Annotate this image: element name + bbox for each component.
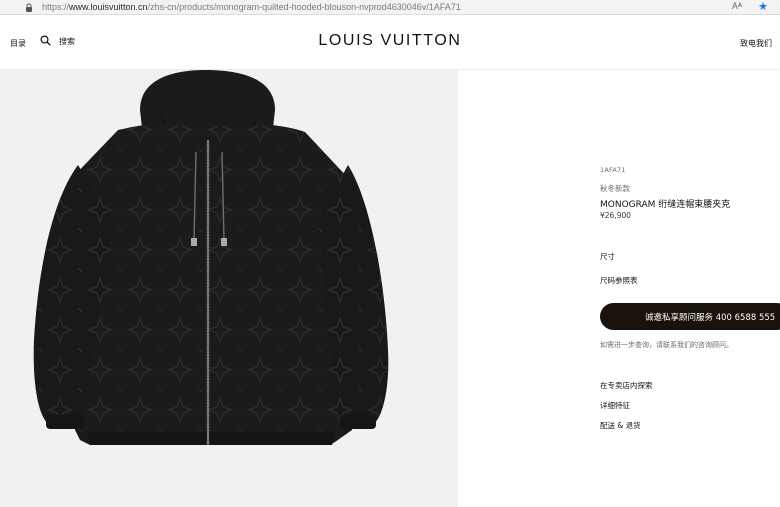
- product-season: 秋冬新款: [600, 184, 630, 193]
- advisor-call-button[interactable]: 诚邀私享顾问服务 400 6588 555: [600, 303, 780, 330]
- read-aloud-icon[interactable]: Aᴬ: [732, 1, 742, 11]
- product-name: MONOGRAM 绗缝连帽束腰夹克: [600, 200, 731, 210]
- delivery-returns-link[interactable]: 配送 & 退货: [600, 420, 641, 431]
- jacket-illustration: [33, 70, 389, 445]
- product-image[interactable]: [0, 70, 458, 507]
- find-in-store-link[interactable]: 在专卖店内探索: [600, 380, 653, 391]
- contact-us-link[interactable]: 致电我们: [740, 38, 772, 49]
- size-guide-link[interactable]: 尺码参照表: [600, 275, 638, 286]
- product-price: ¥26,900: [600, 211, 632, 220]
- product-info-panel: 1AFA71 秋冬新款 MONOGRAM 绗缝连帽束腰夹克 ¥26,900 尺寸…: [458, 70, 780, 507]
- site-header: 目录 搜索 LOUIS VUITTON 致电我们: [0, 15, 780, 70]
- help-text: 如需进一步查询，请联系我们的咨询顾问。: [600, 341, 733, 349]
- product-details-link[interactable]: 详细特征: [600, 400, 630, 411]
- product-sku: 1AFA71: [600, 166, 626, 174]
- url-text[interactable]: https://www.louisvuitton.cn/zhs-cn/produ…: [42, 2, 461, 12]
- lock-icon: [22, 3, 36, 12]
- favorite-star-icon[interactable]: ★: [758, 0, 768, 13]
- brand-logo[interactable]: LOUIS VUITTON: [0, 32, 780, 50]
- size-label: 尺寸: [600, 252, 615, 261]
- browser-address-bar[interactable]: https://www.louisvuitton.cn/zhs-cn/produ…: [0, 0, 780, 15]
